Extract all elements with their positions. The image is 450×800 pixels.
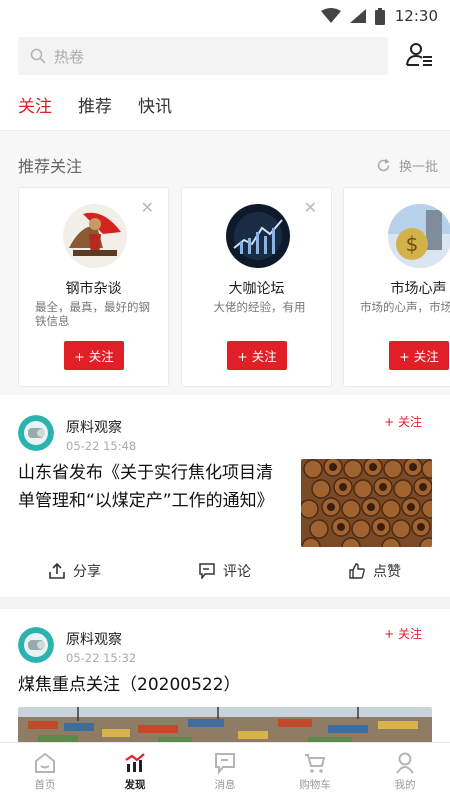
- thumbs-up-icon: [349, 563, 365, 579]
- battery-icon: [374, 7, 385, 25]
- recommend-cards: ✕ 钢市杂谈 最全，最真，最好的钢铁信息 + 关注 ✕ 大咖论坛 大佬的经验，有…: [18, 187, 450, 387]
- follow-button[interactable]: + 关注: [384, 413, 422, 430]
- post-title-line: 单管理和“以煤定产”工作的通知》: [18, 491, 274, 511]
- follow-button[interactable]: + 关注: [64, 341, 124, 370]
- post-actions: 分享 评论 点赞: [0, 559, 450, 583]
- like-label: 点赞: [373, 564, 401, 580]
- tabbar-label: 发现: [124, 779, 146, 791]
- search-input[interactable]: 热卷: [18, 37, 388, 75]
- recommend-title: 推荐关注: [18, 157, 83, 176]
- tabbar-label: 消息: [214, 779, 236, 791]
- search-placeholder: 热卷: [54, 47, 85, 66]
- profile-icon: [396, 752, 414, 774]
- post-title[interactable]: 煤焦重点关注（20200522）: [18, 671, 418, 699]
- message-icon: [215, 753, 235, 775]
- card-description: 最全，最真，最好的钢铁信息: [35, 300, 150, 328]
- follow-button[interactable]: + 关注: [389, 341, 449, 370]
- status-time: 12:30: [394, 7, 438, 25]
- recommend-card[interactable]: $ 市场心声 市场的心声，市场动态 + 关注: [343, 187, 450, 387]
- share-icon: [49, 563, 65, 579]
- card-name: 市场心声: [390, 281, 447, 297]
- avatar: [226, 204, 290, 268]
- tabbar-item-messages[interactable]: 消息: [180, 743, 270, 800]
- post-title-line: 山东省发布《关于实行焦化项目清: [18, 463, 273, 483]
- tab-recommend[interactable]: 推荐: [78, 92, 112, 123]
- comment-label: 评论: [223, 564, 251, 580]
- post-time: 05-22 15:48: [66, 439, 137, 453]
- recommend-header: 推荐关注 换一批: [18, 153, 438, 177]
- close-icon[interactable]: ✕: [141, 200, 154, 216]
- comment-icon: [199, 563, 215, 579]
- recommend-section: 推荐关注 换一批 ✕ 钢市杂谈 最全，最真，最好的钢铁信息 + 关注 ✕ 大咖论…: [0, 131, 450, 395]
- avatar: [63, 204, 127, 268]
- comment-button[interactable]: 评论: [150, 559, 300, 583]
- post-author[interactable]: 原料观察: [66, 417, 122, 437]
- card-description: 市场的心声，市场动态: [360, 300, 450, 314]
- post-author[interactable]: 原料观察: [66, 629, 122, 649]
- post-time: 05-22 15:32: [66, 651, 137, 665]
- tabbar-item-profile[interactable]: 我的: [360, 743, 450, 800]
- recommend-card[interactable]: ✕ 大咖论坛 大佬的经验，有用 + 关注: [181, 187, 332, 387]
- tab-follow[interactable]: 关注: [18, 92, 52, 123]
- avatar[interactable]: [18, 415, 54, 451]
- refresh-button[interactable]: 换一批: [376, 156, 438, 175]
- svg-text:$: $: [406, 232, 419, 256]
- signal-icon: [349, 9, 366, 23]
- post-title[interactable]: 山东省发布《关于实行焦化项目清 单管理和“以煤定产”工作的通知》: [18, 459, 298, 515]
- tabbar-item-home[interactable]: 首页: [0, 743, 90, 800]
- cart-icon: [305, 754, 326, 773]
- section-gap: [0, 597, 450, 609]
- card-name: 大咖论坛: [228, 281, 285, 297]
- card-description: 大佬的经验，有用: [213, 300, 306, 314]
- user-list-icon[interactable]: [406, 42, 434, 68]
- tabbar-item-discover[interactable]: 发现: [90, 743, 180, 800]
- post-thumbnail[interactable]: [301, 459, 432, 547]
- follow-button[interactable]: + 关注: [384, 625, 422, 642]
- refresh-label: 换一批: [398, 159, 438, 175]
- share-button[interactable]: 分享: [0, 559, 150, 583]
- top-tabs: 关注 推荐 快讯: [18, 92, 172, 123]
- refresh-icon: [377, 158, 390, 171]
- tabbar-label: 购物车: [299, 779, 331, 791]
- tabbar-item-cart[interactable]: 购物车: [270, 743, 360, 800]
- like-button[interactable]: 点赞: [300, 559, 450, 583]
- status-bar: 12:30: [0, 0, 450, 32]
- avatar: $: [388, 204, 450, 268]
- wifi-icon: [320, 8, 341, 23]
- card-name: 钢市杂谈: [65, 281, 122, 297]
- search-icon: [30, 48, 46, 64]
- close-icon[interactable]: ✕: [304, 200, 317, 216]
- tabbar-label: 我的: [394, 779, 416, 791]
- home-icon: [35, 752, 55, 773]
- avatar[interactable]: [18, 627, 54, 663]
- recommend-card[interactable]: ✕ 钢市杂谈 最全，最真，最好的钢铁信息 + 关注: [18, 187, 169, 387]
- feed-post[interactable]: 原料观察 05-22 15:32 + 关注 煤焦重点关注（20200522）: [0, 609, 450, 749]
- follow-button[interactable]: + 关注: [227, 341, 287, 370]
- feed-post[interactable]: 原料观察 05-22 15:48 + 关注 山东省发布《关于实行焦化项目清 单管…: [0, 395, 450, 597]
- bottom-tab-bar: 首页 发现 消息 购物车 我的: [0, 742, 450, 800]
- discover-chart-icon: [125, 753, 145, 772]
- share-label: 分享: [73, 564, 101, 580]
- tab-news-flash[interactable]: 快讯: [138, 92, 172, 123]
- tabbar-label: 首页: [34, 779, 56, 791]
- search-row: 热卷: [18, 36, 438, 76]
